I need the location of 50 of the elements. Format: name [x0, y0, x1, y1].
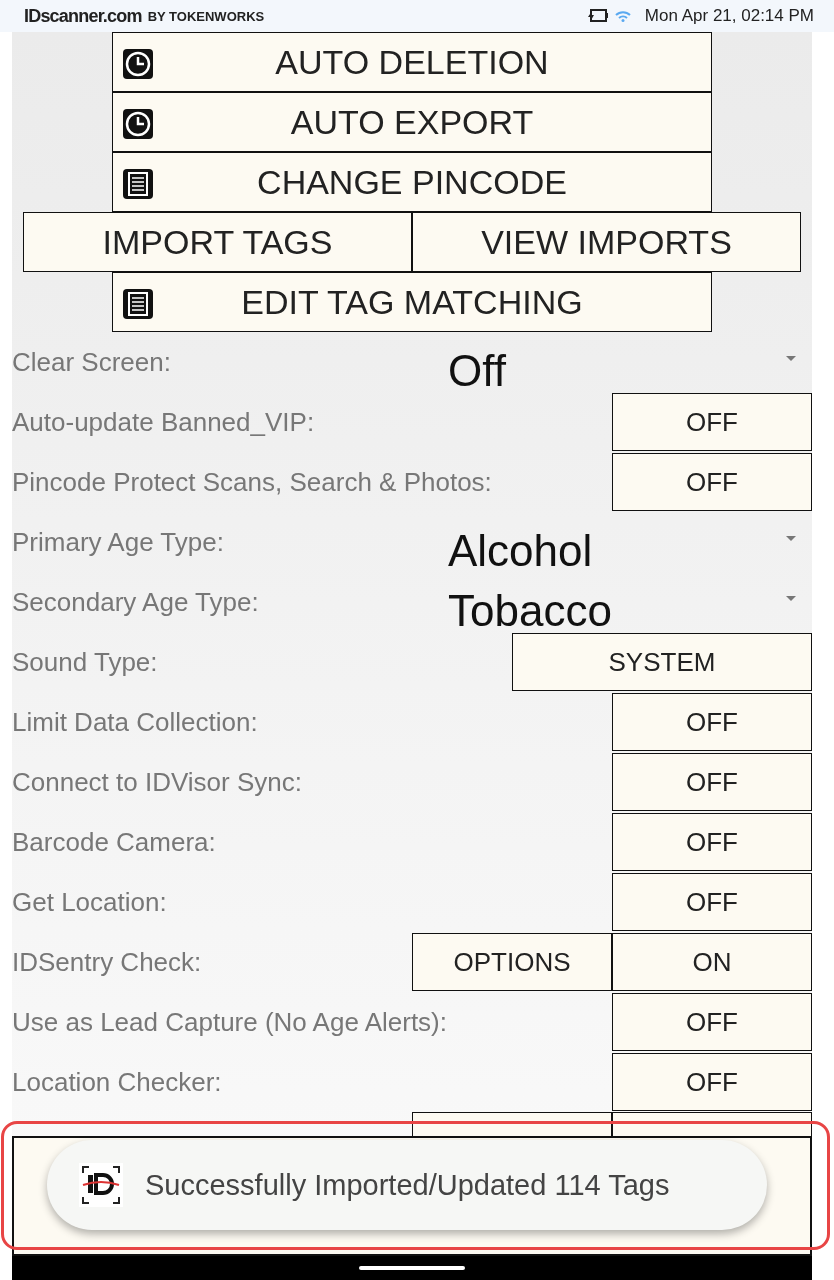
setting-label: Limit Data Collection:: [12, 706, 259, 738]
menu-button[interactable]: IMPORT TAGS: [23, 212, 412, 272]
setting-label: Secondary Age Type:: [12, 586, 260, 618]
options-button[interactable]: OPTIONS: [412, 933, 612, 991]
setting-label: IDSentry Check:: [12, 946, 203, 978]
clock-icon: [123, 49, 153, 79]
menu-button[interactable]: CHANGE PINCODE: [112, 152, 712, 212]
setting-label: Get Location:: [12, 886, 168, 918]
toggle-button[interactable]: OFF: [612, 873, 812, 931]
dropdown-arrow-icon: [786, 355, 796, 361]
setting-label: Clear Screen:: [12, 346, 172, 378]
setting-label: Auto-update Banned_VIP:: [12, 406, 316, 438]
setting-label: Pincode Protect Scans, Search & Photos:: [12, 466, 493, 498]
sound-type-button[interactable]: SYSTEM: [512, 633, 812, 691]
menu-button[interactable]: VIEW IMPORTS: [412, 212, 801, 272]
list-icon: [123, 169, 153, 199]
toggle-button[interactable]: OFF: [612, 753, 812, 811]
brand-logo: IDscanner.com: [24, 5, 142, 27]
setting-label: Use as Lead Capture (No Age Alerts):: [12, 1006, 448, 1038]
dropdown[interactable]: Tobacco: [448, 572, 812, 632]
home-handle[interactable]: [359, 1266, 465, 1270]
dropdown[interactable]: Off: [448, 332, 812, 392]
toast-message: Successfully Imported/Updated 114 Tags: [145, 1168, 670, 1202]
toggle-button[interactable]: OFF: [612, 693, 812, 751]
menu-button[interactable]: AUTO DELETION: [112, 32, 712, 92]
brand-tagline: BY TOKENWORKS: [147, 8, 265, 24]
toggle-button[interactable]: OFF: [612, 813, 812, 871]
setting-label: Connect to IDVisor Sync:: [12, 766, 303, 798]
toggle-button[interactable]: OFF: [612, 393, 812, 451]
partial-button[interactable]: [412, 1112, 612, 1136]
setting-label: Barcode Camera:: [12, 826, 217, 858]
app-logo-icon: [79, 1163, 123, 1207]
menu-button[interactable]: EDIT TAG MATCHING: [112, 272, 712, 332]
toggle-button[interactable]: OFF: [612, 993, 812, 1051]
setting-label: Primary Age Type:: [12, 526, 225, 558]
menu-button[interactable]: AUTO EXPORT: [112, 92, 712, 152]
setting-label: Sound Type:: [12, 646, 159, 678]
battery-icon: [586, 8, 609, 24]
dropdown[interactable]: Alcohol: [448, 512, 812, 572]
setting-label: Location Checker:: [12, 1066, 223, 1098]
partial-button[interactable]: [612, 1112, 812, 1136]
clock-icon: [123, 109, 153, 139]
wifi-icon: [614, 10, 631, 22]
toggle-button[interactable]: OFF: [612, 453, 812, 511]
dropdown-arrow-icon: [786, 595, 796, 601]
toggle-button[interactable]: ON: [612, 933, 812, 991]
dropdown-arrow-icon: [786, 535, 796, 541]
toggle-button[interactable]: OFF: [612, 1053, 812, 1111]
status-time: Mon Apr 21, 02:14 PM: [644, 6, 814, 26]
list-icon: [123, 289, 153, 319]
